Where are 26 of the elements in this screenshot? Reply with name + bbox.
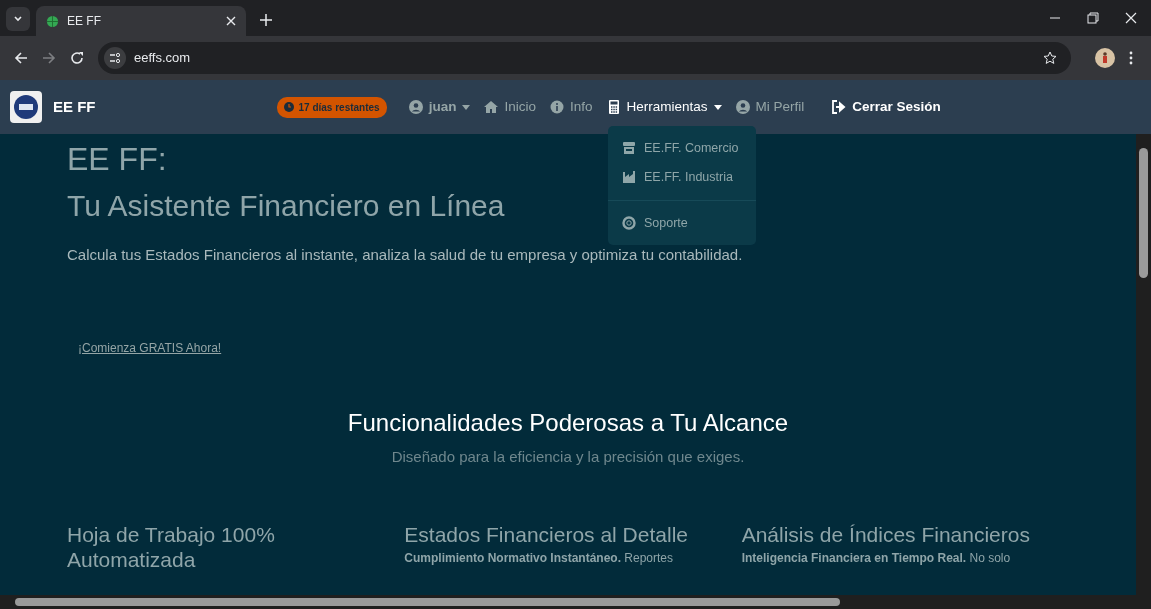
nav-link[interactable]: Info [549,96,593,118]
section-heading: Funcionalidades Poderosas a Tu Alcance [346,408,790,438]
hero-title: EE FF: [67,140,167,179]
url-text: eeffs.com [134,49,192,68]
dropdown-toggle[interactable]: Herramientas [606,96,722,118]
feature-description: Cumplimiento Normativo Instantáneo. Reportes [404,550,675,568]
nav-link[interactable]: Mi Perfil [735,96,805,118]
dropdown-item[interactable]: EE.FF. Comercio [608,134,756,163]
logout-link[interactable]: Cerrar Sesión [832,96,941,118]
feature-description: Inteligencia Financiera en Tiempo Real. No solo [741,550,1012,568]
feature-title: Hoja de Trabajo 100% Automatizada [67,522,276,573]
feature-title: Estados Financieros al Detalle [404,522,689,548]
tab-title: EE FF [67,13,102,30]
browser-tab[interactable]: EE FF [36,6,246,36]
dropdown-item[interactable]: Soporte [608,208,756,238]
hero-subtitle: Tu Asistente Financiero en Línea [67,188,505,225]
hero-description: Calcula tus Estados Financieros al instante, analiza la salud de tu empresa y optimiza tu contabilidad. [67,245,744,266]
cta-link[interactable]: ¡Comienza GRATIS Ahora! [78,338,222,357]
dropdown-item[interactable]: EE.FF. Industria [608,162,756,192]
brand-name[interactable]: EE FF [53,95,96,119]
trial-badge: 17 días restantes [276,96,387,118]
nav-link[interactable]: Inicio [484,96,536,118]
address-bar[interactable]: eeffs.com [98,42,1071,74]
section-subheading: Diseñado para la eficiencia y la precisión que exiges. [390,446,746,467]
user-menu[interactable]: juan [408,96,471,118]
feature-title: Análisis de Índices Financieros [741,522,1031,548]
